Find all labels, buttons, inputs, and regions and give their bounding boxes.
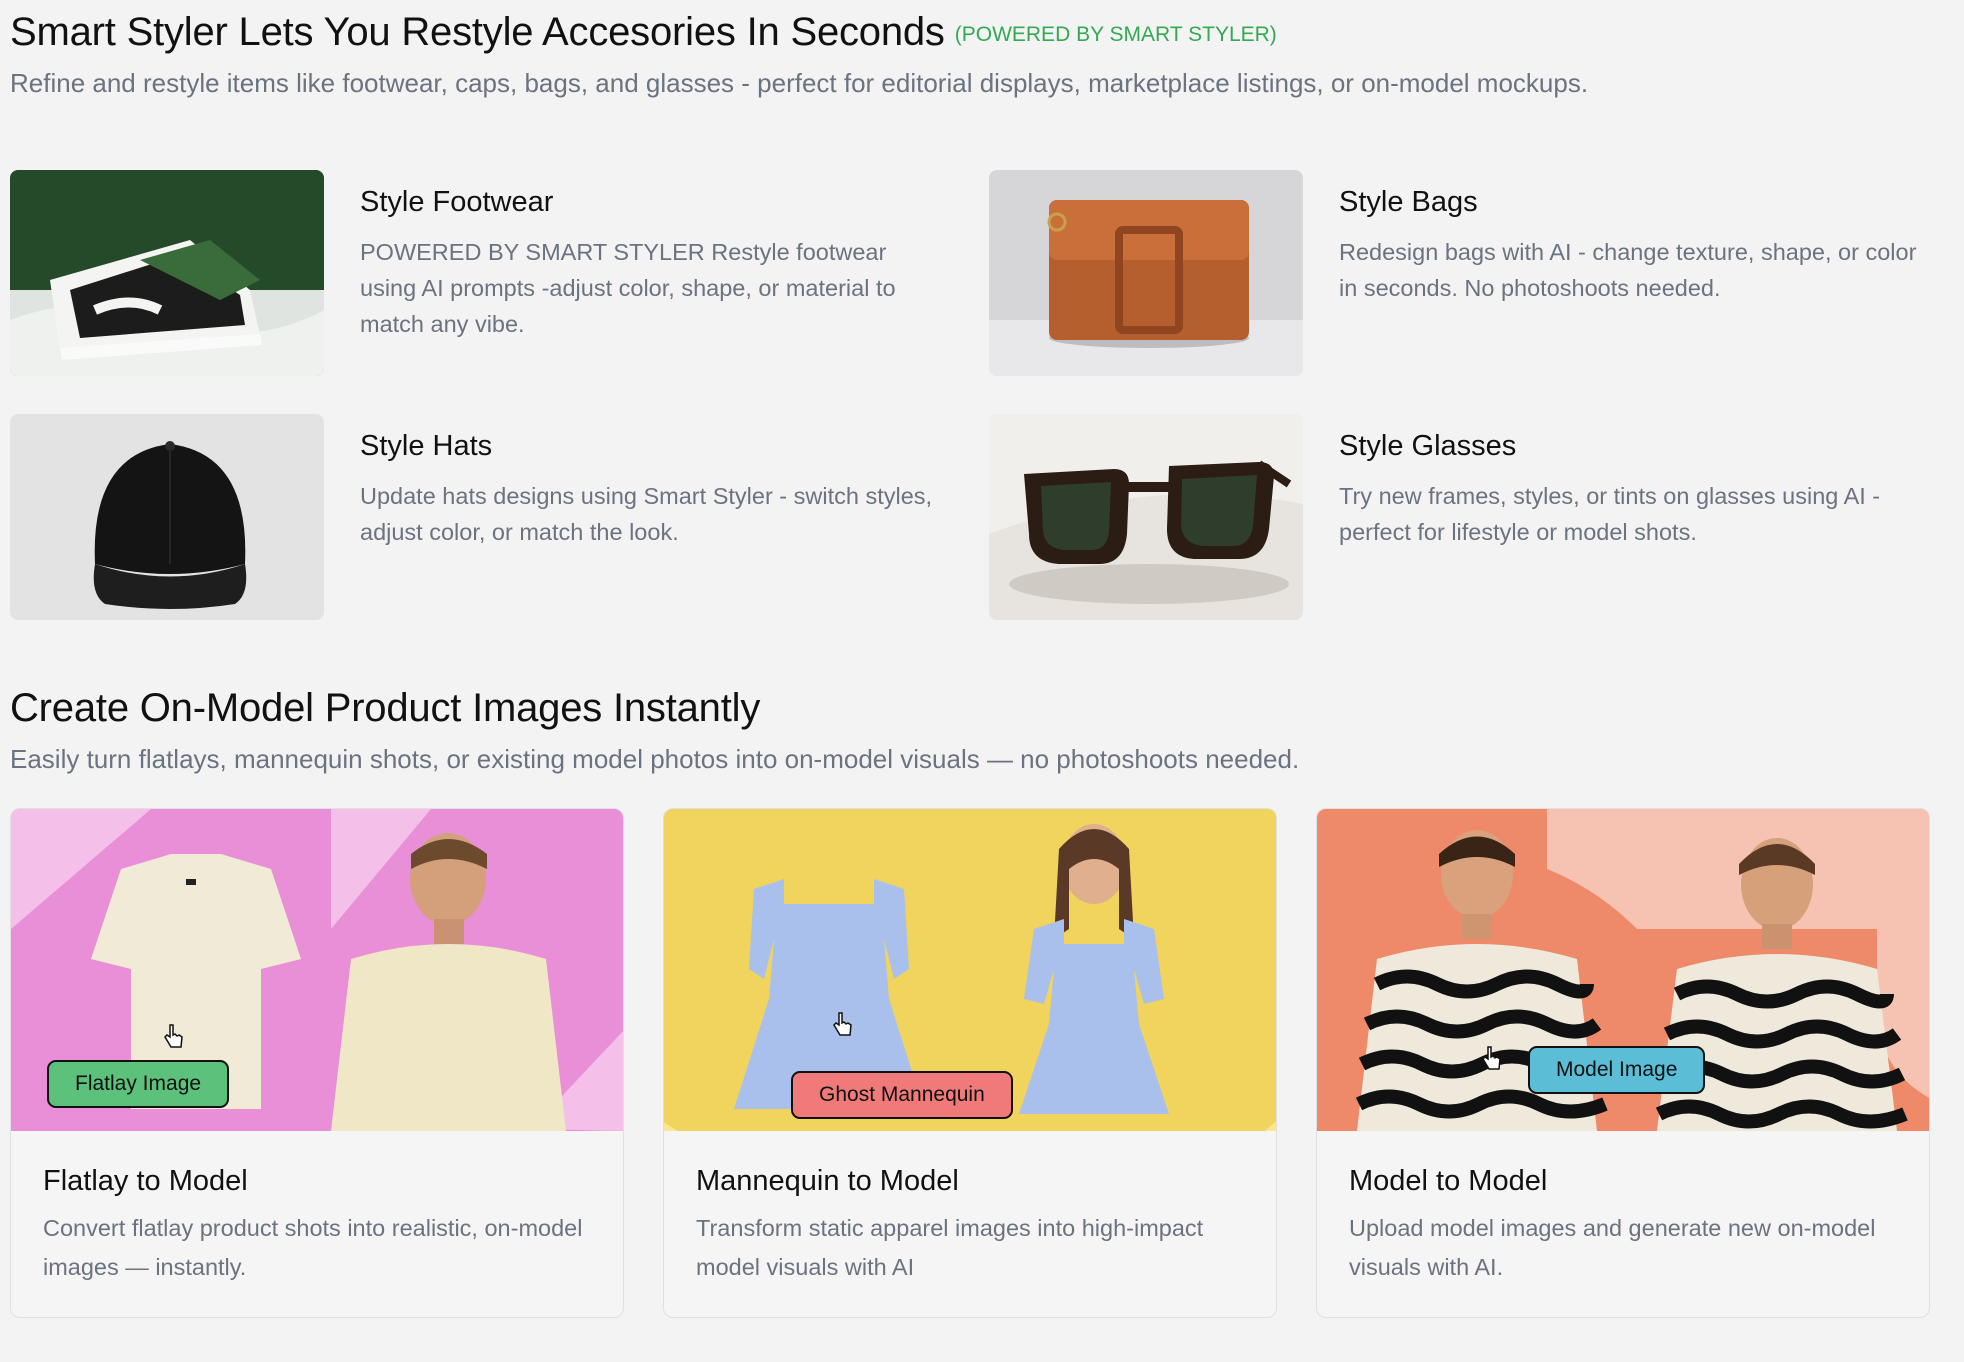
model-image-badge: Model Image [1528, 1046, 1706, 1094]
powered-tag: (POWERED BY SMART STYLER) [954, 23, 1277, 46]
bag-image [989, 170, 1303, 376]
style-footwear-title: Style Footwear [360, 186, 554, 218]
hat-image [10, 414, 324, 620]
flatlay-to-model-title: Flatlay to Model [43, 1165, 248, 1197]
model-to-model-title: Model to Model [1349, 1165, 1548, 1197]
flatlay-to-model-description: Convert flatlay product shots into reali… [43, 1215, 583, 1280]
hand-cursor-icon [164, 1024, 183, 1048]
model-to-model-card[interactable]: Model Image Model to Model Upload model … [1316, 808, 1930, 1318]
accessories-title-text: Smart Styler Lets You Restyle Accesories… [10, 10, 945, 54]
style-hats-title: Style Hats [360, 430, 493, 462]
mannequin-to-model-card[interactable]: Ghost Mannequin Mannequin to Model Trans… [663, 808, 1277, 1318]
glasses-image [989, 414, 1303, 620]
style-footwear-description: POWERED BY SMART STYLER Restyle footwear… [360, 239, 896, 337]
style-hats-item[interactable]: Style Hats Update hats designs using Sma… [10, 414, 950, 620]
style-bags-item[interactable]: Style Bags Redesign bags with AI - chang… [989, 170, 1929, 376]
style-bags-title: Style Bags [1339, 186, 1478, 218]
flatlay-to-model-card[interactable]: Flatlay Image Flatlay to Model Convert f… [10, 808, 624, 1318]
accessories-section-title: Smart Styler Lets You Restyle Accesories… [10, 10, 1277, 55]
hand-cursor-icon [1482, 1046, 1501, 1070]
mannequin-to-model-description: Transform static apparel images into hig… [696, 1215, 1204, 1280]
style-footwear-item[interactable]: Style Footwear POWERED BY SMART STYLER R… [10, 170, 950, 376]
style-glasses-item[interactable]: Style Glasses Try new frames, styles, or… [989, 414, 1929, 620]
on-model-section-title: Create On-Model Product Images Instantly [10, 686, 761, 730]
footwear-image [10, 170, 324, 376]
ghost-mannequin-badge: Ghost Mannequin [791, 1071, 1013, 1119]
style-hats-description: Update hats designs using Smart Styler -… [360, 483, 933, 545]
flatlay-image-badge: Flatlay Image [47, 1060, 230, 1108]
mannequin-to-model-title: Mannequin to Model [696, 1165, 959, 1197]
style-glasses-description: Try new frames, styles, or tints on glas… [1339, 483, 1881, 545]
style-bags-description: Redesign bags with AI - change texture, … [1339, 239, 1917, 301]
model-to-model-description: Upload model images and generate new on-… [1349, 1215, 1876, 1280]
accessories-subtitle: Refine and restyle items like footwear, … [10, 68, 1589, 98]
hand-cursor-icon [833, 1012, 852, 1036]
style-glasses-title: Style Glasses [1339, 430, 1517, 462]
on-model-subtitle: Easily turn flatlays, mannequin shots, o… [10, 744, 1300, 774]
